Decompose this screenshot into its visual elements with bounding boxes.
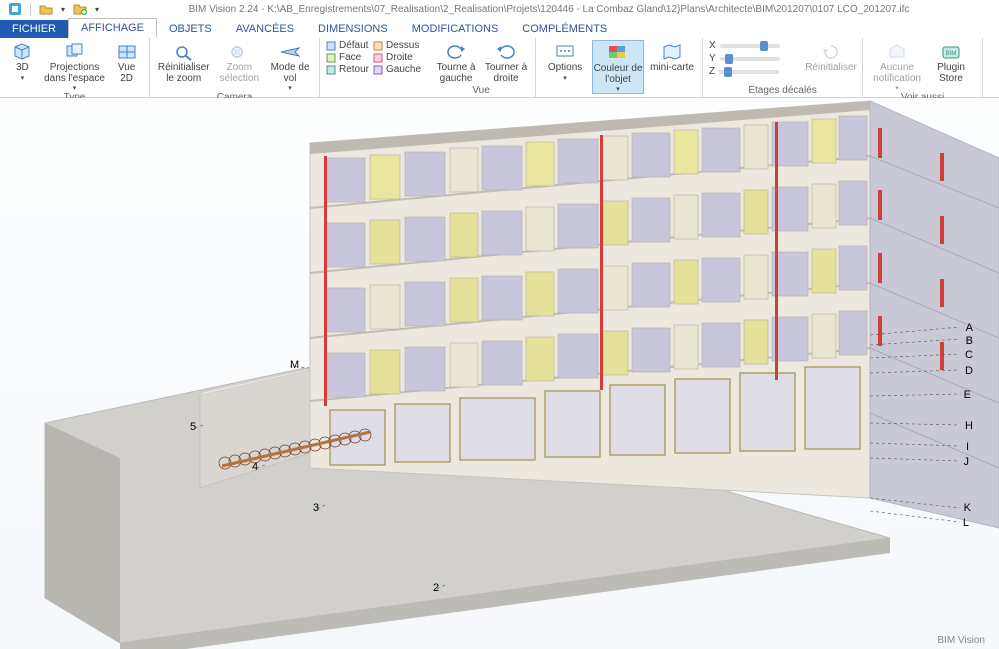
open-icon[interactable] <box>39 2 53 16</box>
grid-label-E: E <box>964 389 971 401</box>
lbl-droite: Droite <box>386 52 413 63</box>
btn-retour[interactable]: Retour <box>326 64 369 75</box>
arrow-options: ▾ <box>563 75 567 82</box>
grid-label-B: B <box>966 335 973 347</box>
grid-label-K: K <box>964 502 971 514</box>
btn-vue2d[interactable]: Vue 2D <box>110 40 143 84</box>
label-resetzoom: Réinitialiser le zoom <box>156 63 211 84</box>
grid-label-H: H <box>965 420 973 432</box>
btn-3d[interactable]: 3D ▾ <box>6 40 39 82</box>
tab-fichier[interactable]: FICHIER <box>0 20 68 38</box>
ribbon-tabs: FICHIER AFFICHAGE OBJETS AVANCÉES DIMENS… <box>0 18 999 38</box>
svg-text:BIM: BIM <box>946 51 957 57</box>
arrow-mode: ▾ <box>288 85 292 92</box>
divider <box>30 3 31 15</box>
tab-complements[interactable]: COMPLÉMENTS <box>510 20 619 38</box>
lbl-minicarte: mini-carte <box>650 63 694 74</box>
grid-label-A: A <box>966 322 973 334</box>
lbl-tourneg: Tourne à gauche <box>433 63 479 84</box>
group-camera: Réinitialiser le zoom Zoom sélection Mod… <box>150 38 320 97</box>
viewport-3d[interactable]: A B C D E H I J K L M 5 4 3 2 BIM Vision <box>0 98 999 649</box>
add-icon[interactable] <box>73 2 87 16</box>
lbl-retour: Retour <box>339 64 369 75</box>
btn-notification[interactable]: Aucune notification ▾ <box>869 40 925 92</box>
arrow-notif: ▾ <box>895 85 899 92</box>
lbl-dessus: Dessus <box>386 40 419 51</box>
tab-affichage[interactable]: AFFICHAGE <box>68 18 157 38</box>
app-icon <box>8 2 22 16</box>
window-title: BIM Vision 2.24 - K:\AB_Enregistrements\… <box>107 4 991 15</box>
lbl-store: Plugin Store <box>929 63 973 84</box>
btn-gauche[interactable]: Gauche <box>373 64 421 75</box>
group-etages: X Y Z Réinitialiser Etages décalés <box>703 38 863 97</box>
group-vue-label: Vue <box>433 85 529 97</box>
btn-defaut[interactable]: Défaut <box>326 40 369 51</box>
btn-tourne-gauche[interactable]: Tourne à gauche <box>433 40 479 84</box>
btn-projections[interactable]: Projections dans l'espace ▾ <box>43 40 107 92</box>
ribbon: 3D ▾ Projections dans l'espace ▾ Vue 2D … <box>0 38 999 98</box>
label-mode: Mode de vol <box>267 63 313 84</box>
btn-options[interactable]: Options ▾ <box>542 40 588 82</box>
grid-label-J: J <box>964 456 970 468</box>
btn-tourne-droite[interactable]: Tourner à droite <box>483 40 529 84</box>
label-proj: Projections dans l'espace <box>43 63 107 84</box>
btn-face[interactable]: Face <box>326 52 369 63</box>
arrow-3d: ▾ <box>21 75 25 82</box>
lbl-couleur: Couleur de l'objet <box>593 64 643 85</box>
btn-dessus[interactable]: Dessus <box>373 40 421 51</box>
group-voiraussi: Aucune notification ▾ BIM Plugin Store V… <box>863 38 983 97</box>
building-model <box>0 98 999 649</box>
btn-plugin-store[interactable]: BIM Plugin Store <box>929 40 973 84</box>
btn-fly-mode[interactable]: Mode de vol ▾ <box>267 40 313 92</box>
lbl-reinit: Réinitialiser <box>805 63 857 74</box>
btn-zoom-selection[interactable]: Zoom sélection <box>215 40 263 84</box>
group-etages-label: Etages décalés <box>709 85 856 97</box>
label-3d: 3D <box>16 63 29 74</box>
slider-y[interactable]: Y <box>709 53 780 64</box>
grid-label-M: M <box>290 359 299 371</box>
grid-label-D: D <box>965 365 973 377</box>
btn-droite[interactable]: Droite <box>373 52 421 63</box>
grid-num-4: 4 <box>252 461 258 473</box>
group-type: 3D ▾ Projections dans l'espace ▾ Vue 2D … <box>0 38 150 97</box>
lbl-defaut: Défaut <box>339 40 368 51</box>
open-dropdown-arrow[interactable]: ▾ <box>61 5 65 14</box>
group-options: Options ▾ Couleur de l'objet ▾ mini-cart… <box>536 38 703 97</box>
group-vue: Tourne à gauche Tourner à droite Vue <box>427 38 536 97</box>
grid-num-5: 5 <box>190 421 196 433</box>
lbl-notif: Aucune notification <box>869 63 925 84</box>
grid-label-C: C <box>965 349 973 361</box>
lbl-options: Options <box>548 63 582 74</box>
btn-reset-zoom[interactable]: Réinitialiser le zoom <box>156 40 211 84</box>
lbl-tourned: Tourner à droite <box>483 63 529 84</box>
lbl-x: X <box>709 40 716 51</box>
arrow-proj: ▾ <box>73 85 77 92</box>
grid-label-I: I <box>966 441 969 453</box>
arrow-couleur: ▾ <box>616 86 620 93</box>
lbl-gauche: Gauche <box>386 64 421 75</box>
btn-etages-reinit[interactable]: Réinitialiser <box>803 40 859 74</box>
status-text: BIM Vision <box>937 635 985 646</box>
slider-x[interactable]: X <box>709 40 780 51</box>
btn-couleur-objet[interactable]: Couleur de l'objet ▾ <box>592 40 644 94</box>
tab-modifications[interactable]: MODIFICATIONS <box>400 20 511 38</box>
qa-menu-arrow[interactable]: ▾ <box>95 5 99 14</box>
lbl-y: Y <box>709 53 716 64</box>
group-view-presets: Défaut Face Retour Dessus Droite Gauche <box>320 38 427 97</box>
lbl-z: Z <box>709 66 715 77</box>
btn-minicarte[interactable]: mini-carte <box>648 40 696 74</box>
tab-avancees[interactable]: AVANCÉES <box>224 20 306 38</box>
grid-num-2: 2 <box>433 582 439 594</box>
slider-z[interactable]: Z <box>709 66 779 77</box>
tab-objets[interactable]: OBJETS <box>157 20 224 38</box>
quick-access-bar: ▾ ▾ BIM Vision 2.24 - K:\AB_Enregistreme… <box>0 0 999 18</box>
grid-num-3: 3 <box>313 502 319 514</box>
lbl-face: Face <box>339 52 361 63</box>
label-vue2d: Vue 2D <box>110 63 143 84</box>
tab-dimensions[interactable]: DIMENSIONS <box>306 20 400 38</box>
grid-label-L: L <box>963 517 969 529</box>
label-zoomsel: Zoom sélection <box>215 63 263 84</box>
